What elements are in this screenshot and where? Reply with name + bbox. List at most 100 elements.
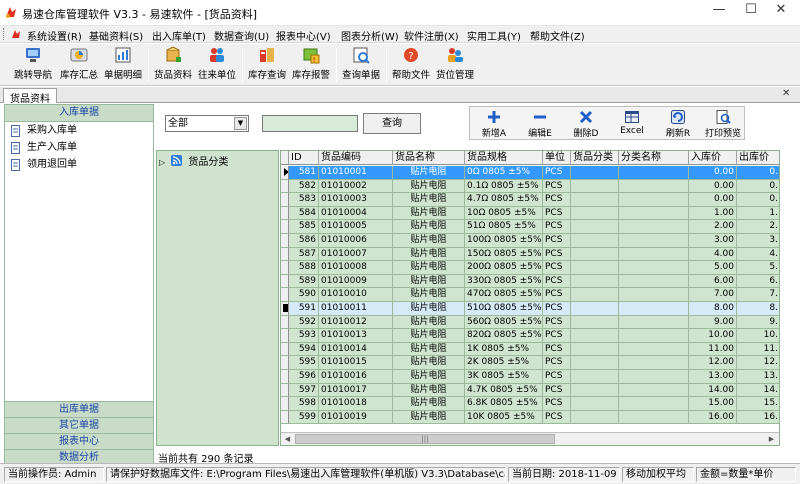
cell-out-price[interactable]: 16. [737, 410, 779, 425]
table-row[interactable]: 582 01010002 贴片电阻 0.1Ω 0805 ±5% PCS 0.00 0. [281, 179, 779, 194]
col-header-in-price[interactable]: 入库价 [689, 151, 737, 165]
cell-out-price[interactable]: 0. [737, 166, 779, 180]
row-indicator[interactable] [281, 329, 289, 343]
cell-id[interactable]: 596 [289, 370, 319, 384]
cell-spec[interactable]: 10K 0805 ±5% [465, 410, 543, 425]
row-indicator[interactable] [281, 410, 289, 425]
cell-category-name[interactable] [619, 166, 689, 180]
cell-out-price[interactable]: 0. [737, 179, 779, 194]
nav-section-inbound[interactable]: 入库单据 [5, 105, 153, 122]
cell-category[interactable] [571, 342, 619, 357]
cell-out-price[interactable]: 12. [737, 356, 779, 370]
cell-unit[interactable]: PCS [543, 274, 571, 289]
row-indicator[interactable] [281, 247, 289, 262]
cell-spec[interactable]: 51Ω 0805 ±5% [465, 220, 543, 234]
cell-in-price[interactable]: 9.00 [689, 315, 737, 330]
cell-spec[interactable]: 150Ω 0805 ±5% [465, 247, 543, 262]
cell-code[interactable]: 01010012 [319, 315, 393, 330]
toolbar-partner-button[interactable]: 往来单位 [196, 46, 238, 84]
cell-unit[interactable]: PCS [543, 234, 571, 248]
scroll-right-icon[interactable]: ▶ [765, 433, 778, 445]
cell-in-price[interactable]: 13.00 [689, 370, 737, 384]
cell-out-price[interactable]: 3. [737, 234, 779, 248]
nav-section-reports[interactable]: 报表中心 [5, 433, 153, 449]
cell-name[interactable]: 贴片电阻 [393, 397, 465, 411]
cell-category[interactable] [571, 247, 619, 262]
cell-id[interactable]: 584 [289, 206, 319, 221]
cell-spec[interactable]: 100Ω 0805 ±5% [465, 234, 543, 248]
table-row[interactable]: 591 01010011 贴片电阻 510Ω 0805 ±5% PCS 8.00 8. [281, 302, 779, 316]
table-row[interactable]: 597 01010017 贴片电阻 4.7K 0805 ±5% PCS 14.00 14. [281, 383, 779, 398]
col-header-id[interactable]: ID [289, 151, 319, 165]
table-row[interactable]: 599 01010019 贴片电阻 10K 0805 ±5% PCS 16.00 16. [281, 410, 779, 425]
cell-out-price[interactable]: 14. [737, 383, 779, 398]
menu-system-settings[interactable]: 系统设置(R) [27, 28, 82, 43]
query-button[interactable]: 查询 [363, 113, 421, 134]
menu-chart-analysis[interactable]: 图表分析(W) [341, 28, 399, 43]
toolbar-goods-data-button[interactable]: 货品资料 [152, 46, 194, 84]
cell-in-price[interactable]: 1.00 [689, 206, 737, 221]
scroll-thumb[interactable]: ||| [295, 434, 555, 444]
row-indicator[interactable] [281, 288, 289, 302]
cell-name[interactable]: 贴片电阻 [393, 247, 465, 262]
cell-in-price[interactable]: 12.00 [689, 356, 737, 370]
cell-in-price[interactable]: 5.00 [689, 261, 737, 275]
cell-unit[interactable]: PCS [543, 179, 571, 194]
scroll-left-icon[interactable]: ◀ [281, 433, 294, 445]
cell-out-price[interactable]: 6. [737, 274, 779, 289]
cell-spec[interactable]: 4.7K 0805 ±5% [465, 383, 543, 398]
cell-id[interactable]: 593 [289, 329, 319, 343]
cell-name[interactable]: 贴片电阻 [393, 206, 465, 221]
cell-out-price[interactable]: 0. [737, 193, 779, 207]
cell-category[interactable] [571, 370, 619, 384]
cell-code[interactable]: 01010009 [319, 274, 393, 289]
cell-category[interactable] [571, 179, 619, 194]
cell-category-name[interactable] [619, 356, 689, 370]
cell-spec[interactable]: 0.1Ω 0805 ±5% [465, 179, 543, 194]
cell-unit[interactable]: PCS [543, 220, 571, 234]
cell-unit[interactable]: PCS [543, 370, 571, 384]
nav-item-production-inbound[interactable]: 生产入库单 [5, 140, 153, 157]
cell-in-price[interactable]: 0.00 [689, 166, 737, 180]
cell-in-price[interactable]: 4.00 [689, 247, 737, 262]
toolbar-help-button[interactable]: ? 帮助文件 [390, 46, 432, 84]
cell-in-price[interactable]: 16.00 [689, 410, 737, 425]
row-indicator[interactable] [281, 397, 289, 411]
row-indicator[interactable] [281, 220, 289, 234]
cell-name[interactable]: 贴片电阻 [393, 234, 465, 248]
col-header-category[interactable]: 货品分类 [571, 151, 619, 165]
cell-in-price[interactable]: 6.00 [689, 274, 737, 289]
cell-name[interactable]: 贴片电阻 [393, 356, 465, 370]
menu-registration[interactable]: 软件注册(X) [404, 28, 459, 43]
table-row[interactable]: 594 01010014 贴片电阻 1K 0805 ±5% PCS 11.00 11. [281, 342, 779, 357]
cell-category[interactable] [571, 302, 619, 316]
col-header-spec[interactable]: 货品规格 [465, 151, 543, 165]
cell-in-price[interactable]: 2.00 [689, 220, 737, 234]
table-row[interactable]: 590 01010010 贴片电阻 470Ω 0805 ±5% PCS 7.00 7. [281, 288, 779, 302]
cell-unit[interactable]: PCS [543, 261, 571, 275]
menu-data-query[interactable]: 数据查询(U) [214, 28, 269, 43]
cell-category-name[interactable] [619, 261, 689, 275]
toolbar-stock-alarm-button[interactable]: ! 库存报警 [290, 46, 332, 84]
cell-category-name[interactable] [619, 206, 689, 221]
table-row[interactable]: 581 01010001 贴片电阻 0Ω 0805 ±5% PCS 0.00 0. [281, 166, 779, 180]
cell-code[interactable]: 01010007 [319, 247, 393, 262]
cell-name[interactable]: 贴片电阻 [393, 274, 465, 289]
cell-id[interactable]: 587 [289, 247, 319, 262]
chevron-down-icon[interactable]: ▼ [234, 117, 247, 130]
cell-id[interactable]: 597 [289, 383, 319, 398]
cell-out-price[interactable]: 8. [737, 302, 779, 316]
edit-button[interactable]: 编辑E [518, 107, 562, 139]
row-indicator[interactable] [281, 315, 289, 330]
tab-goods-data[interactable]: 货品资料 [3, 88, 57, 105]
cell-code[interactable]: 01010014 [319, 342, 393, 357]
tab-close-icon[interactable]: ✕ [782, 88, 790, 99]
cell-out-price[interactable]: 1. [737, 206, 779, 221]
cell-name[interactable]: 贴片电阻 [393, 315, 465, 330]
cell-name[interactable]: 贴片电阻 [393, 220, 465, 234]
row-indicator[interactable] [281, 166, 289, 180]
cell-unit[interactable]: PCS [543, 397, 571, 411]
row-indicator[interactable] [281, 193, 289, 207]
row-indicator[interactable] [281, 342, 289, 357]
col-header-unit[interactable]: 单位 [543, 151, 571, 165]
